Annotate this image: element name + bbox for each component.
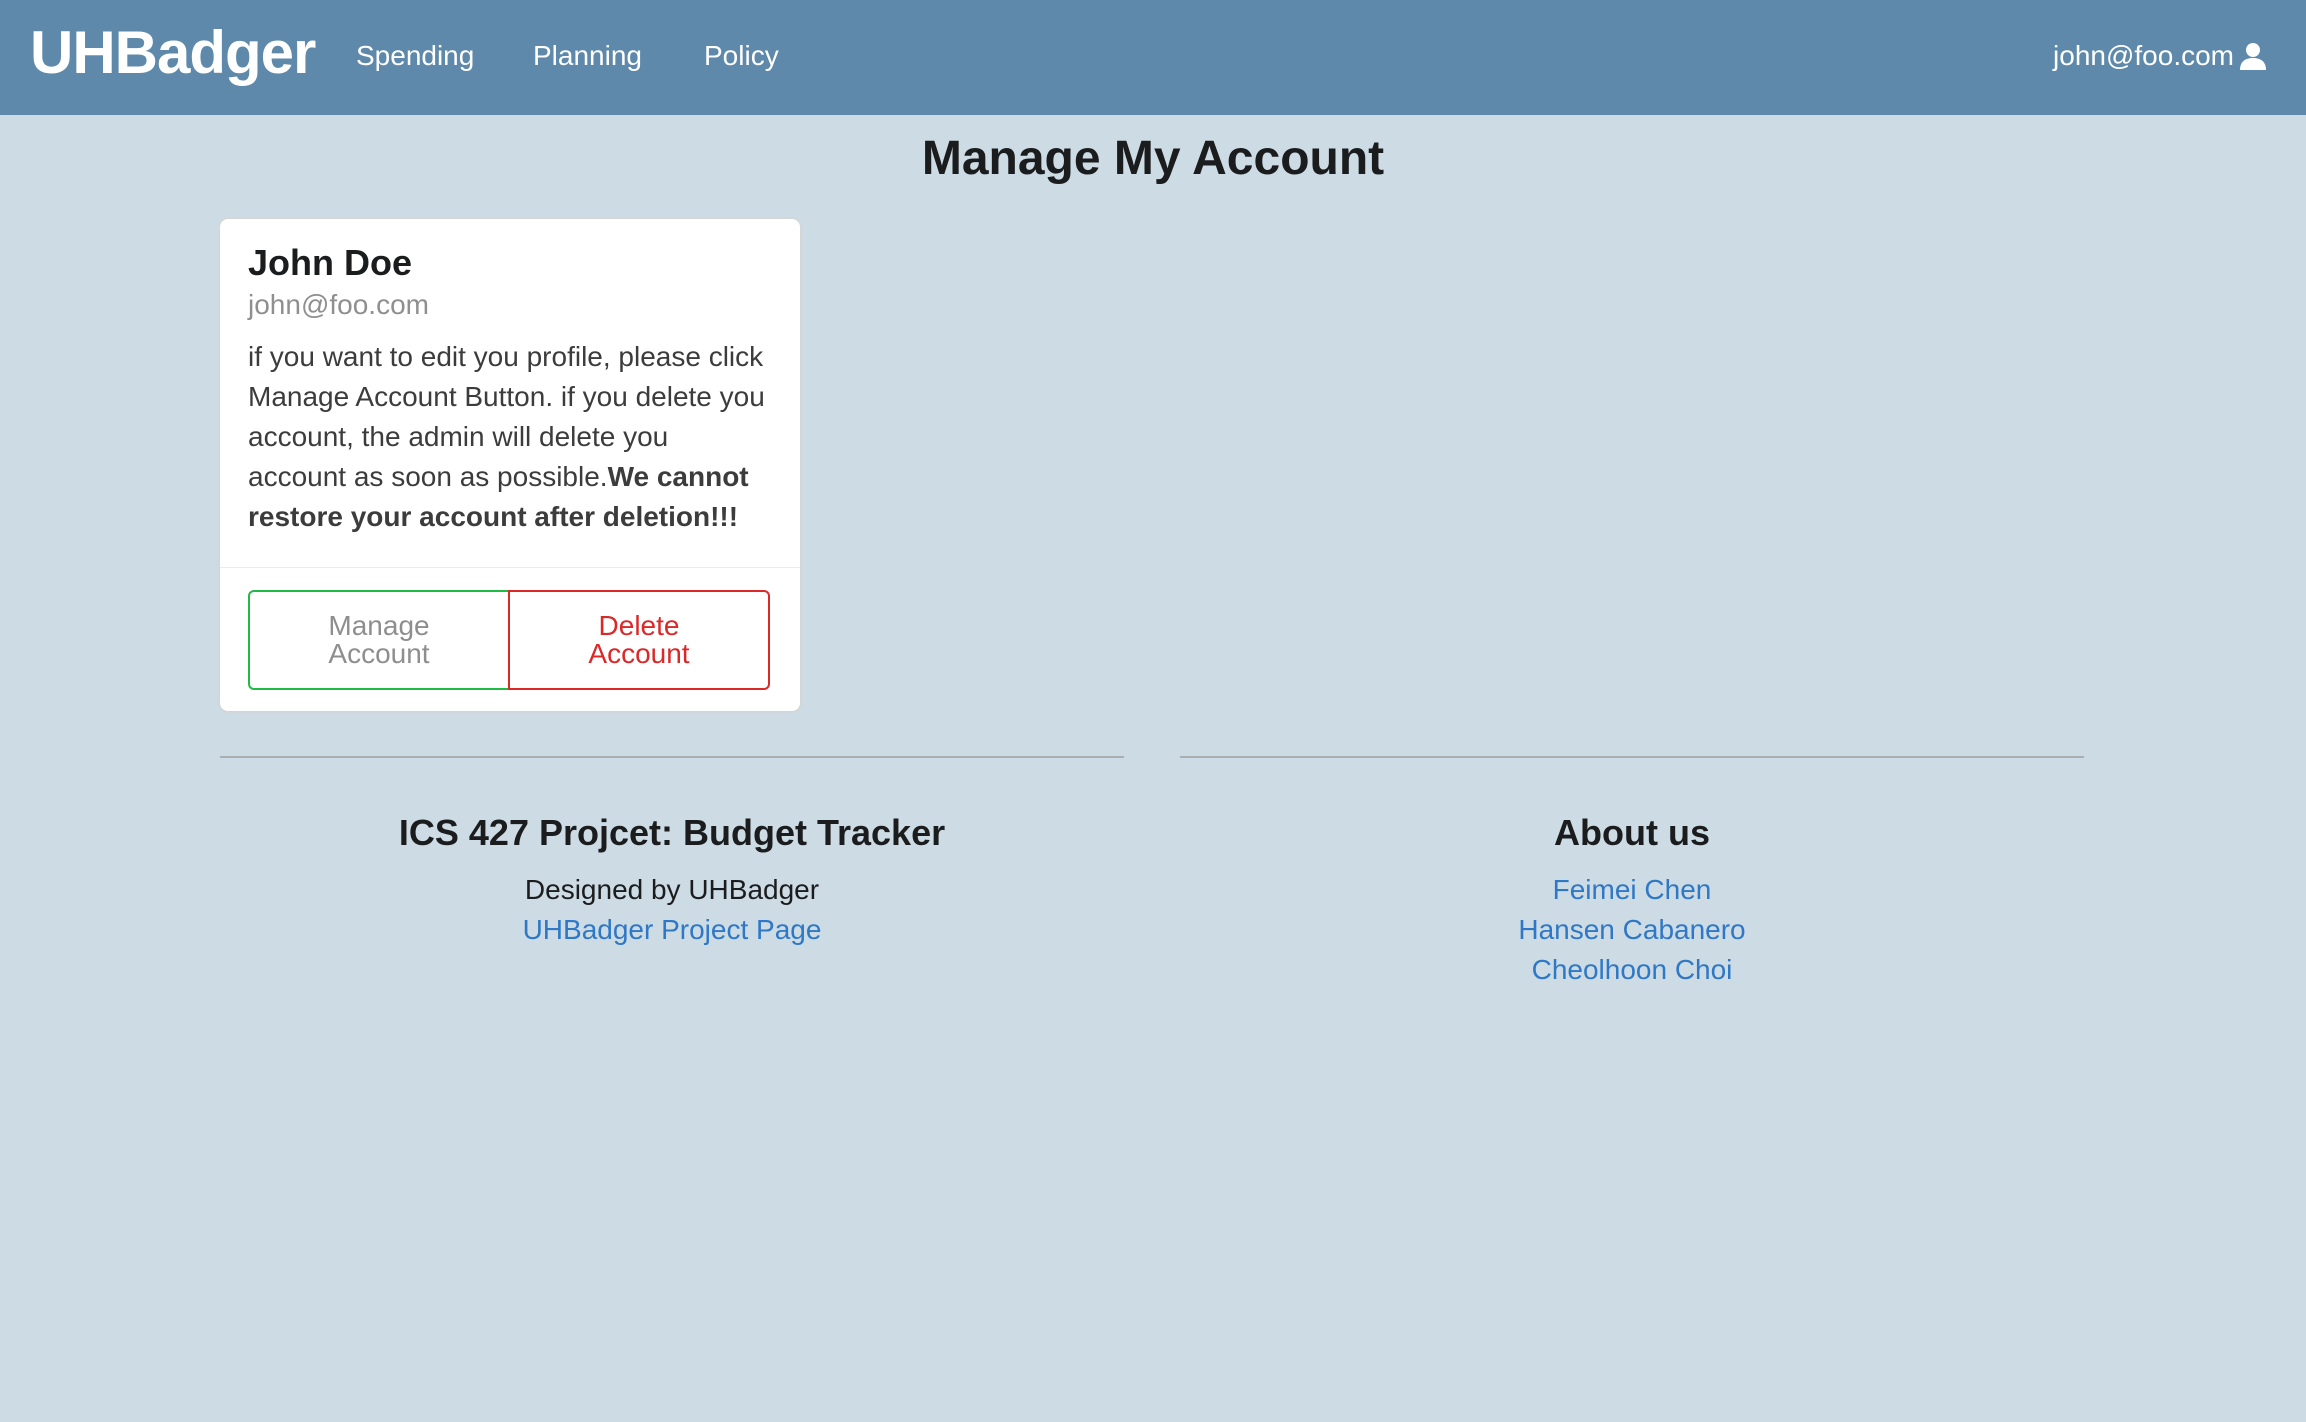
footer-about-us: About us Feimei Chen Hansen Cabanero Che… <box>1180 808 2084 990</box>
footer-divider-right <box>1180 756 2084 758</box>
footer-designed-by: Designed by UHBadger <box>524 874 820 905</box>
footer-project-heading: ICS 427 Projcet: Budget Tracker <box>398 812 946 853</box>
team-member-link[interactable]: Hansen Cabanero <box>1180 910 2084 950</box>
nav-item-spending[interactable]: Spending <box>356 40 474 72</box>
user-menu[interactable]: john@foo.com <box>2053 40 2268 72</box>
user-icon <box>2238 41 2268 71</box>
top-navbar: UHBadger Spending Planning Policy john@f… <box>0 0 2306 115</box>
brand-logo[interactable]: UHBadger <box>30 18 316 87</box>
footer-project-info: ICS 427 Projcet: Budget Tracker Designed… <box>220 808 1124 950</box>
team-member-link[interactable]: Cheolhoon Choi <box>1180 950 2084 990</box>
team-member-link[interactable]: Feimei Chen <box>1180 870 2084 910</box>
nav-item-policy[interactable]: Policy <box>704 40 779 72</box>
footer-divider-left <box>220 756 1124 758</box>
delete-account-button[interactable]: Delete Account <box>508 590 770 690</box>
account-description: if you want to edit you profile, please … <box>248 337 772 537</box>
account-card: John Doe john@foo.com if you want to edi… <box>220 219 800 711</box>
account-button-group: Manage Account Delete Account <box>248 590 770 690</box>
footer-about-heading: About us <box>1554 812 1710 853</box>
user-email: john@foo.com <box>2053 40 2234 71</box>
nav-item-planning[interactable]: Planning <box>533 40 642 72</box>
card-actions: Manage Account Delete Account <box>220 567 800 711</box>
manage-account-button[interactable]: Manage Account <box>248 590 510 690</box>
account-email: john@foo.com <box>248 289 429 320</box>
project-page-link[interactable]: UHBadger Project Page <box>220 910 1124 950</box>
account-name: John Doe <box>248 242 413 283</box>
card-content: John Doe john@foo.com if you want to edi… <box>220 219 800 567</box>
page-title: Manage My Account <box>921 132 1385 185</box>
team-member-links: Feimei Chen Hansen Cabanero Cheolhoon Ch… <box>1180 870 2084 990</box>
